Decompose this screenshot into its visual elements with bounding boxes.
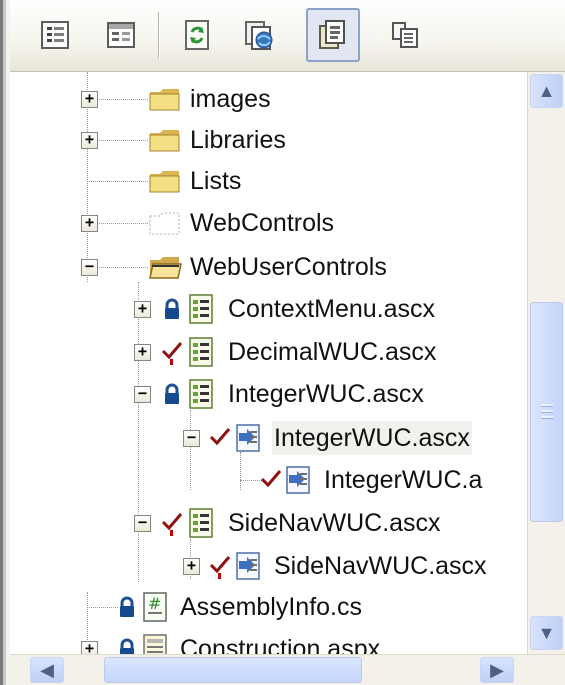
horizontal-scroll-thumb[interactable] xyxy=(104,657,362,683)
scroll-up-button[interactable]: ▲ xyxy=(530,74,563,108)
show-all-files-button[interactable] xyxy=(306,8,360,62)
nest-related-files-button[interactable] xyxy=(378,8,432,62)
checked-out-icon xyxy=(260,470,282,488)
tree-line xyxy=(190,410,191,490)
tree-item-label: SideNavWUC.ascx xyxy=(228,509,441,537)
collapse-button[interactable]: − xyxy=(81,259,98,276)
collapse-button[interactable]: − xyxy=(183,430,200,447)
nest-files-icon xyxy=(392,22,418,48)
tree-item-label: AssemblyInfo.cs xyxy=(180,593,363,621)
tree-item-label: ContextMenu.ascx xyxy=(228,295,436,323)
solution-explorer-toolbar xyxy=(10,0,565,72)
vertical-scroll-thumb[interactable] xyxy=(530,302,563,522)
expand-button[interactable]: + xyxy=(183,558,200,575)
solution-tree[interactable]: + images + Libraries Lists + WebControls… xyxy=(10,72,527,654)
refresh-button[interactable] xyxy=(170,8,224,62)
checked-out-icon xyxy=(209,556,231,579)
folder-open-icon xyxy=(149,257,182,279)
tree-item-label: Lists xyxy=(190,167,242,195)
ascx-file-icon xyxy=(189,337,213,367)
scroll-grip xyxy=(541,410,553,412)
tree-line xyxy=(99,223,148,224)
tree-item-label: IntegerWUC.ascx xyxy=(228,380,424,408)
code-file-icon xyxy=(236,552,260,580)
expand-button[interactable]: + xyxy=(134,301,151,318)
refresh-icon xyxy=(185,20,209,50)
tree-item-label: images xyxy=(190,85,271,113)
toolbar-separator xyxy=(158,12,160,58)
tree-item-label: WebControls xyxy=(190,209,335,237)
expand-button[interactable]: + xyxy=(81,132,98,149)
vertical-scrollbar[interactable]: ▲ ▼ xyxy=(527,72,565,654)
scroll-right-button[interactable]: ▶ xyxy=(480,657,514,683)
window-left-border xyxy=(0,0,10,685)
tree-line xyxy=(99,99,148,100)
expand-button[interactable]: + xyxy=(81,641,98,654)
checked-out-icon xyxy=(161,513,183,536)
scroll-left-button[interactable]: ◀ xyxy=(30,657,64,683)
csharp-file-icon: # xyxy=(143,592,167,622)
copy-website-button[interactable] xyxy=(232,8,286,62)
scroll-grip xyxy=(541,404,553,406)
code-view-icon xyxy=(107,22,135,48)
copy-website-icon xyxy=(245,21,273,50)
tree-line xyxy=(87,607,118,608)
tree-line xyxy=(99,140,148,141)
expand-button[interactable]: + xyxy=(81,215,98,232)
scroll-grip xyxy=(541,416,553,418)
lock-icon xyxy=(165,298,179,319)
show-all-files-icon xyxy=(319,20,345,49)
folder-icon xyxy=(149,171,180,193)
tree-line xyxy=(138,282,139,582)
tree-line xyxy=(99,267,148,268)
folder-icon xyxy=(149,130,180,152)
tree-item-label: DecimalWUC.ascx xyxy=(228,338,437,366)
lock-icon xyxy=(120,596,134,617)
tree-item-label: IntegerWUC.ascx xyxy=(272,421,472,455)
solution-explorer-window: + images + Libraries Lists + WebControls… xyxy=(0,0,565,685)
aspx-file-icon xyxy=(143,634,167,654)
lock-icon xyxy=(165,383,179,404)
tree-item-label: Construction.aspx xyxy=(180,635,381,654)
properties-button[interactable] xyxy=(28,8,82,62)
expand-button[interactable]: + xyxy=(81,91,98,108)
properties-icon xyxy=(41,21,69,49)
tree-line xyxy=(240,480,262,481)
horizontal-scrollbar[interactable]: ◀ ▶ xyxy=(10,654,565,685)
view-code-button[interactable] xyxy=(94,8,148,62)
folder-icon xyxy=(149,89,180,111)
tree-item-label: Libraries xyxy=(190,126,286,154)
collapse-button[interactable]: − xyxy=(134,515,151,532)
ascx-file-icon xyxy=(189,294,213,324)
code-file-icon xyxy=(286,466,310,494)
folder-outline-icon xyxy=(149,212,180,235)
scroll-down-button[interactable]: ▼ xyxy=(530,616,563,650)
tree-line xyxy=(87,181,148,182)
svg-text:#: # xyxy=(148,594,161,613)
tree-item-label: SideNavWUC.ascx xyxy=(274,552,487,580)
collapse-button[interactable]: − xyxy=(134,386,151,403)
checked-out-icon xyxy=(161,342,183,365)
code-file-icon xyxy=(236,424,260,452)
ascx-file-icon xyxy=(189,379,213,409)
checked-out-icon xyxy=(209,428,231,446)
tree-line xyxy=(240,452,241,490)
tree-item-label: WebUserControls xyxy=(190,253,387,281)
expand-button[interactable]: + xyxy=(134,344,151,361)
tree-item-label: IntegerWUC.a xyxy=(324,466,483,494)
lock-icon xyxy=(120,638,134,654)
ascx-file-icon xyxy=(189,508,213,538)
